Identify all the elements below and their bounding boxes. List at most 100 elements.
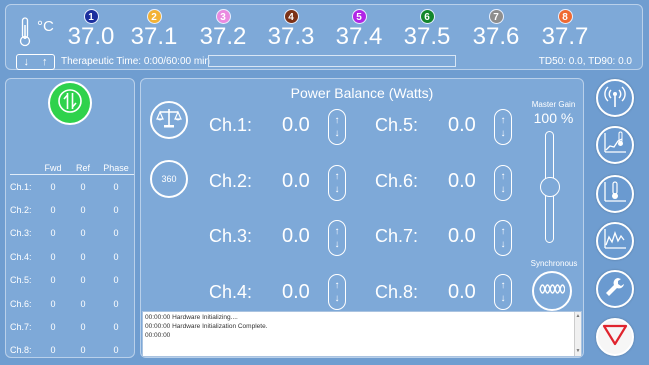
log-line: 00:00:00 bbox=[145, 332, 171, 339]
master-gain-slider-thumb[interactable] bbox=[540, 177, 560, 197]
power-balance-title: Power Balance (Watts) bbox=[290, 85, 434, 101]
channel-5-badge: 5 bbox=[351, 9, 367, 24]
power-icon bbox=[57, 88, 83, 119]
table-header: Fwd Ref Phase bbox=[10, 163, 134, 175]
rotate-360-button[interactable]: 360 bbox=[150, 160, 188, 198]
temp-chart-button[interactable] bbox=[596, 126, 634, 164]
temperature-monitor-icon bbox=[602, 179, 628, 210]
ch2-value: 0.0 bbox=[282, 170, 310, 192]
table-row: Ch.7: 0 0 0 bbox=[10, 315, 134, 338]
ch3-value: 0.0 bbox=[282, 225, 310, 247]
fwd-value: 0 bbox=[50, 251, 56, 262]
ref-value: 0 bbox=[80, 205, 86, 216]
ch8-down-button[interactable]: ↓ bbox=[501, 292, 506, 305]
channel-3-badge: 3 bbox=[215, 9, 231, 24]
synchronous-label: Synchronous bbox=[530, 259, 578, 268]
balance-button[interactable] bbox=[150, 101, 188, 139]
ch5-label: Ch.5: bbox=[375, 115, 419, 135]
ref-value: 0 bbox=[80, 345, 86, 356]
event-log[interactable]: 00:00:00 Hardware Initializing.... 00:00… bbox=[142, 311, 582, 357]
ch1-value: 0.0 bbox=[282, 114, 310, 136]
ch2-down-button[interactable]: ↓ bbox=[335, 183, 340, 196]
forward-reflected-table: Fwd Ref Phase Ch.1: 0 0 0 Ch.2: 0 0 0 Ch… bbox=[10, 163, 134, 362]
phase-value: 0 bbox=[113, 345, 119, 356]
temp-channel-4: 4 37.3 bbox=[261, 9, 321, 49]
log-line: 00:00:00 Hardware Initialization Complet… bbox=[145, 323, 268, 330]
therapeutic-progress-bar bbox=[208, 55, 456, 67]
stop-button[interactable] bbox=[596, 318, 634, 356]
time-adjust-buttons: ↓ ↑ bbox=[16, 54, 55, 70]
master-gain-label: Master Gain bbox=[531, 100, 576, 109]
ref-value: 0 bbox=[80, 181, 86, 192]
row-label: Ch.7: bbox=[10, 322, 32, 333]
temp-channel-8: 8 37.7 bbox=[535, 9, 595, 49]
channel-7-temp: 37.6 bbox=[472, 23, 520, 50]
channel-3-temp: 37.2 bbox=[199, 23, 247, 50]
td-values: TD50: 0.0, TD90: 0.0 bbox=[538, 56, 632, 67]
ch6-stepper[interactable]: ↑ ↓ bbox=[494, 165, 512, 201]
fwd-value: 0 bbox=[50, 205, 56, 216]
ch3-stepper[interactable]: ↑ ↓ bbox=[328, 220, 346, 256]
synchronous-button[interactable] bbox=[532, 271, 572, 311]
log-line: 00:00:00 Hardware Initializing.... bbox=[145, 314, 238, 321]
ch6-up-button[interactable]: ↑ bbox=[501, 170, 506, 183]
temp-monitor-button[interactable] bbox=[596, 175, 634, 213]
temperature-panel: °C 1 37.0 2 37.1 3 37.2 4 37.3 5 37.4 6 … bbox=[5, 4, 643, 70]
ch7-stepper[interactable]: ↑ ↓ bbox=[494, 220, 512, 256]
log-scrollbar[interactable]: ▲ ▼ bbox=[574, 312, 581, 356]
power-balance-panel: Power Balance (Watts) 360 Ch.1: 0.0 ↑ ↓ … bbox=[140, 78, 584, 358]
time-up-button[interactable]: ↑ bbox=[42, 56, 48, 68]
ch2-up-button[interactable]: ↑ bbox=[335, 170, 340, 183]
column-header-fwd: Fwd bbox=[44, 163, 62, 173]
ch4-stepper[interactable]: ↑ ↓ bbox=[328, 274, 346, 310]
time-down-button[interactable]: ↓ bbox=[24, 56, 30, 68]
column-header bbox=[10, 163, 38, 173]
ch8-up-button[interactable]: ↑ bbox=[501, 279, 506, 292]
ch1-up-button[interactable]: ↑ bbox=[335, 114, 340, 127]
rf-power-button[interactable] bbox=[596, 79, 634, 117]
channel-status-panel: Fwd Ref Phase Ch.1: 0 0 0 Ch.2: 0 0 0 Ch… bbox=[5, 78, 135, 358]
phase-value: 0 bbox=[113, 322, 119, 333]
phase-value: 0 bbox=[113, 181, 119, 192]
ch1-stepper[interactable]: ↑ ↓ bbox=[328, 109, 346, 145]
row-label: Ch.8: bbox=[10, 345, 32, 356]
row-label: Ch.2: bbox=[10, 205, 32, 216]
wrench-icon bbox=[603, 275, 627, 304]
ch7-up-button[interactable]: ↑ bbox=[501, 225, 506, 238]
channel-8-temp: 37.7 bbox=[541, 23, 589, 50]
ch6-down-button[interactable]: ↓ bbox=[501, 183, 506, 196]
power-chart-button[interactable] bbox=[596, 222, 634, 260]
fwd-value: 0 bbox=[50, 345, 56, 356]
ch4-down-button[interactable]: ↓ bbox=[335, 292, 340, 305]
ch5-down-button[interactable]: ↓ bbox=[501, 127, 506, 140]
power-button[interactable] bbox=[50, 83, 90, 123]
settings-button[interactable] bbox=[596, 270, 634, 308]
ref-value: 0 bbox=[80, 275, 86, 286]
channel-6-badge: 6 bbox=[419, 9, 435, 24]
channel-4-temp: 37.3 bbox=[267, 23, 315, 50]
table-row: Ch.2: 0 0 0 bbox=[10, 198, 134, 221]
ch3-down-button[interactable]: ↓ bbox=[335, 238, 340, 251]
ch5-up-button[interactable]: ↑ bbox=[501, 114, 506, 127]
ch7-down-button[interactable]: ↓ bbox=[501, 238, 506, 251]
scroll-down-icon[interactable]: ▼ bbox=[576, 347, 581, 356]
temp-channel-3: 3 37.2 bbox=[193, 9, 253, 49]
channel-6-temp: 37.5 bbox=[403, 23, 451, 50]
ch4-value: 0.0 bbox=[282, 281, 310, 303]
ch8-stepper[interactable]: ↑ ↓ bbox=[494, 274, 512, 310]
table-row: Ch.3: 0 0 0 bbox=[10, 222, 134, 245]
channel-8-badge: 8 bbox=[557, 9, 573, 24]
row-label: Ch.1: bbox=[10, 181, 32, 192]
ch5-stepper[interactable]: ↑ ↓ bbox=[494, 109, 512, 145]
fwd-value: 0 bbox=[50, 298, 56, 309]
ch3-up-button[interactable]: ↑ bbox=[335, 225, 340, 238]
ch2-label: Ch.2: bbox=[209, 171, 253, 191]
scroll-up-icon[interactable]: ▲ bbox=[576, 312, 581, 321]
table-row: Ch.6: 0 0 0 bbox=[10, 292, 134, 315]
channel-1-badge: 1 bbox=[83, 9, 99, 24]
antenna-icon bbox=[602, 83, 628, 114]
ch4-up-button[interactable]: ↑ bbox=[335, 279, 340, 292]
ch2-stepper[interactable]: ↑ ↓ bbox=[328, 165, 346, 201]
stop-triangle-icon bbox=[602, 323, 628, 352]
ch1-down-button[interactable]: ↓ bbox=[335, 127, 340, 140]
